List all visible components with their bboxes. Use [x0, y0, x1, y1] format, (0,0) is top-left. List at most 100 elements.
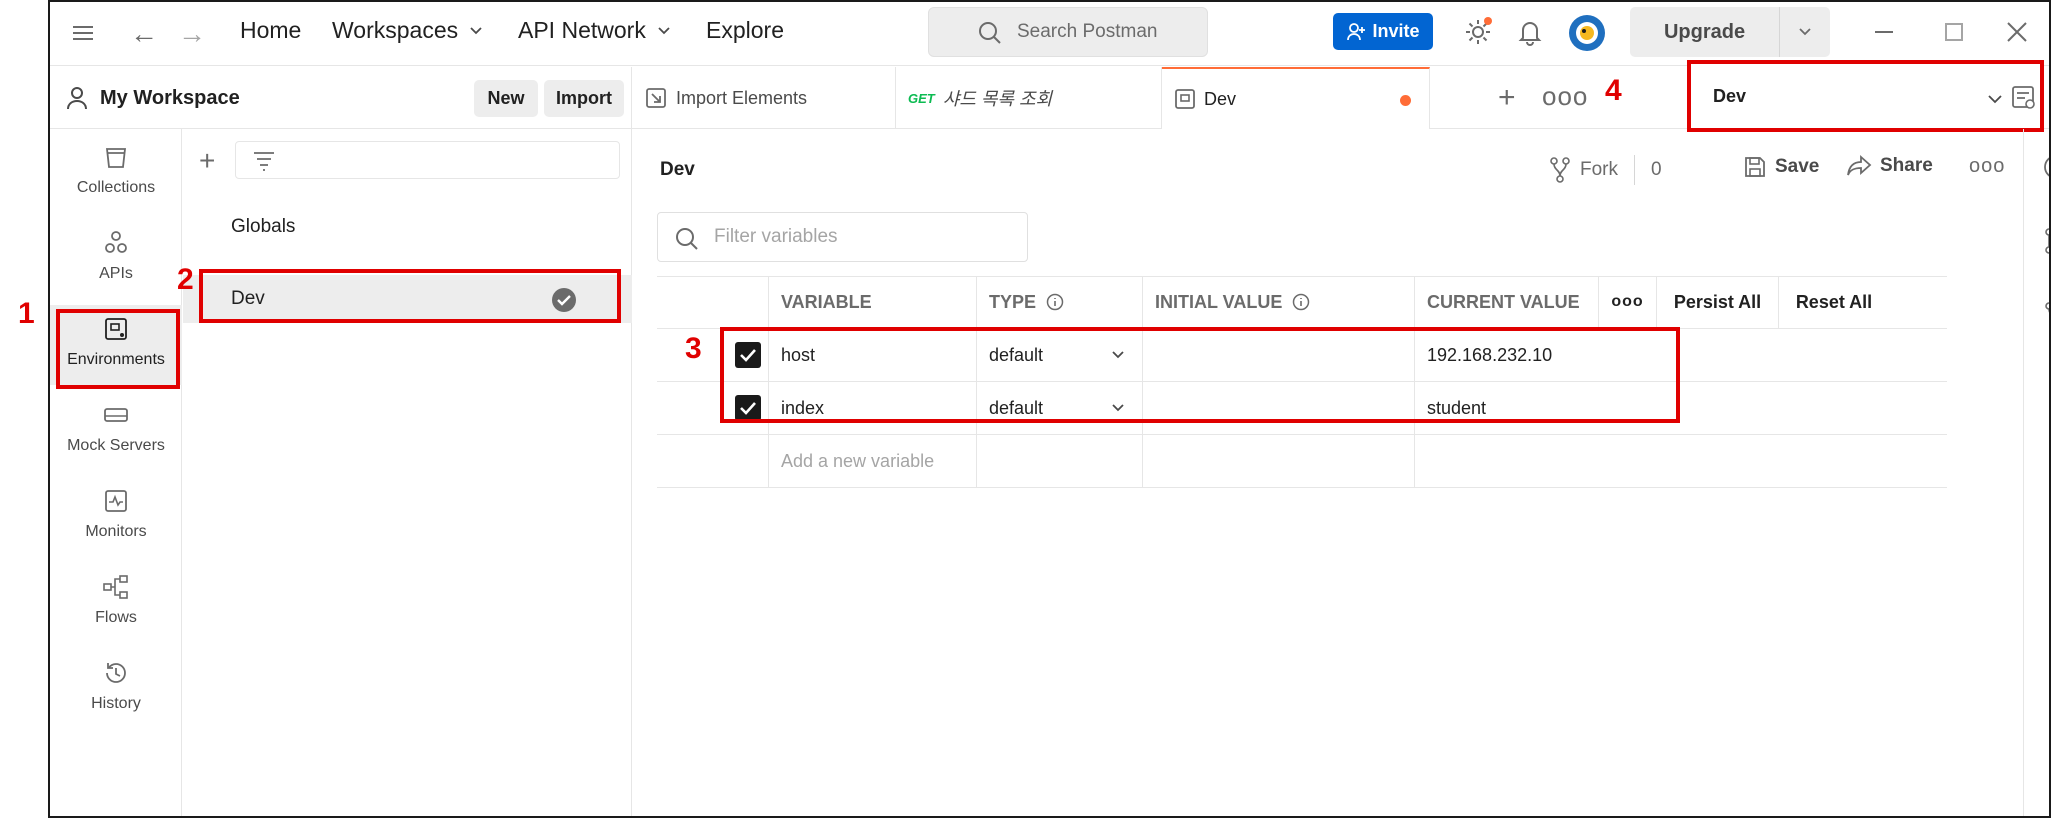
filter-icon — [254, 152, 274, 171]
add-user-icon — [1347, 22, 1366, 40]
tab-import-elements[interactable]: Import Elements — [632, 67, 896, 129]
sidebar-rail: Collections APIs Environments Mock Serve… — [50, 129, 182, 816]
header-variable: VARIABLE — [769, 276, 977, 328]
row-checkbox-cell — [657, 329, 769, 381]
current-value-cell[interactable]: 192.168.232.10 — [1415, 329, 1889, 381]
environment-filter[interactable] — [235, 141, 620, 179]
settings-gear-icon[interactable] — [1462, 16, 1494, 48]
nav-workspaces[interactable]: Workspaces — [332, 17, 484, 44]
workspace-title: My Workspace — [100, 87, 240, 109]
environment-selector[interactable]: Dev — [1687, 60, 2044, 132]
filter-variables-input[interactable]: Filter variables — [657, 212, 1028, 262]
tab-more-icon[interactable]: ооо — [1542, 81, 1588, 112]
share-icon — [1847, 155, 1872, 176]
reset-all-button[interactable]: Reset All — [1779, 276, 1889, 328]
sidebar-item-environments[interactable]: Environments — [50, 305, 182, 385]
upgrade-dropdown[interactable] — [1780, 24, 1830, 40]
chevron-down-icon — [658, 26, 670, 34]
variable-name-cell[interactable]: host — [769, 329, 977, 381]
row-checkbox-cell — [657, 435, 769, 487]
variable-name-cell[interactable]: index — [769, 382, 977, 434]
sidebar-item-monitors[interactable]: Monitors — [50, 477, 182, 557]
checkmark-icon — [740, 349, 756, 362]
annotation-1: 1 — [18, 297, 35, 330]
active-check-icon[interactable] — [551, 287, 577, 313]
tab-get-shard-list[interactable]: GET 샤드 목록 조회 — [896, 67, 1162, 129]
nav-explore[interactable]: Explore — [706, 17, 784, 44]
new-tab-plus-icon[interactable]: + — [1498, 81, 1516, 115]
environment-title: Dev — [660, 159, 695, 180]
more-options-icon[interactable]: ооо — [1969, 155, 2005, 178]
upgrade-button[interactable]: Upgrade — [1630, 7, 1830, 57]
checkmark-icon — [740, 402, 756, 415]
info-icon[interactable] — [1046, 293, 1064, 311]
fork-icon[interactable] — [2042, 301, 2051, 329]
info-icon[interactable] — [1292, 293, 1310, 311]
env-item-dev[interactable]: Dev — [183, 275, 632, 323]
close-icon[interactable] — [2003, 18, 2031, 46]
type-select[interactable]: default — [977, 329, 1143, 381]
import-button[interactable]: Import — [544, 80, 624, 117]
chevron-down-icon — [1988, 95, 2002, 104]
apis-icon — [105, 231, 127, 253]
row-checkbox-cell — [657, 382, 769, 434]
fork-button[interactable]: Fork 0 — [1548, 155, 1662, 185]
pull-request-icon[interactable] — [2042, 227, 2051, 255]
persist-all-button[interactable]: Persist All — [1657, 276, 1779, 328]
chevron-down-icon — [1112, 404, 1124, 412]
nav-home[interactable]: Home — [240, 17, 301, 44]
header-type: TYPE — [977, 276, 1143, 328]
search-postman[interactable]: Search Postman — [928, 7, 1208, 57]
maximize-icon[interactable] — [1940, 18, 1968, 46]
mock-server-icon — [104, 408, 128, 422]
header-select-col — [657, 276, 769, 328]
sidebar-item-flows[interactable]: Flows — [50, 563, 182, 643]
sidebar-item-collections[interactable]: Collections — [50, 133, 182, 213]
fork-icon — [1550, 157, 1570, 183]
column-more-icon[interactable]: ооо — [1599, 276, 1657, 328]
row-enabled-checkbox[interactable] — [735, 342, 761, 368]
share-button[interactable]: Share — [1846, 155, 1933, 177]
divider — [1634, 155, 1635, 185]
flows-icon — [103, 575, 128, 599]
initial-value-cell[interactable] — [1143, 382, 1415, 434]
avatar-icon[interactable] — [1568, 14, 1606, 52]
annotation-4: 4 — [1605, 74, 1622, 107]
initial-value-cell[interactable] — [1143, 329, 1415, 381]
new-button[interactable]: New — [474, 80, 538, 117]
sidebar-item-mock-servers[interactable]: Mock Servers — [50, 391, 182, 471]
invite-button[interactable]: Invite — [1333, 13, 1433, 50]
back-arrow-icon[interactable]: ← — [130, 18, 158, 50]
add-environment-plus-icon[interactable]: + — [199, 145, 215, 177]
save-button[interactable]: Save — [1743, 155, 1819, 179]
row-enabled-checkbox[interactable] — [735, 395, 761, 421]
search-icon — [676, 228, 698, 250]
minimize-icon[interactable] — [1870, 18, 1898, 46]
menu-icon[interactable] — [70, 20, 96, 46]
annotation-2: 2 — [177, 263, 194, 296]
user-icon — [67, 87, 87, 110]
environment-editor: Dev Fork 0 Save Share ооо Filter variabl… — [633, 129, 2023, 816]
current-value-cell[interactable]: student — [1415, 382, 1889, 434]
sidebar-item-apis[interactable]: APIs — [50, 219, 182, 299]
import-icon — [646, 88, 666, 108]
nav-api-network[interactable]: API Network — [518, 17, 672, 44]
search-icon — [979, 22, 1001, 44]
forward-arrow-icon[interactable]: → — [178, 18, 206, 50]
notification-bell-icon[interactable] — [1514, 16, 1546, 48]
type-select[interactable]: default — [977, 382, 1143, 434]
annotation-3: 3 — [685, 332, 702, 365]
chevron-down-icon — [1799, 28, 1811, 36]
header-current-value: CURRENT VALUE — [1415, 276, 1599, 328]
add-variable-input[interactable]: Add a new variable — [769, 435, 977, 487]
environment-list-panel: + Globals Dev 2 — [177, 129, 632, 816]
sidebar-item-history[interactable]: History — [50, 649, 182, 729]
right-sidebar — [2023, 129, 2051, 816]
env-item-globals[interactable]: Globals — [183, 203, 632, 251]
info-icon[interactable] — [2042, 153, 2051, 181]
collections-icon — [105, 148, 127, 168]
unsaved-dot-icon — [1400, 95, 1411, 106]
divider — [657, 487, 1947, 488]
tab-dev[interactable]: Dev — [1162, 67, 1430, 129]
environment-quick-look-icon[interactable] — [2010, 84, 2038, 112]
